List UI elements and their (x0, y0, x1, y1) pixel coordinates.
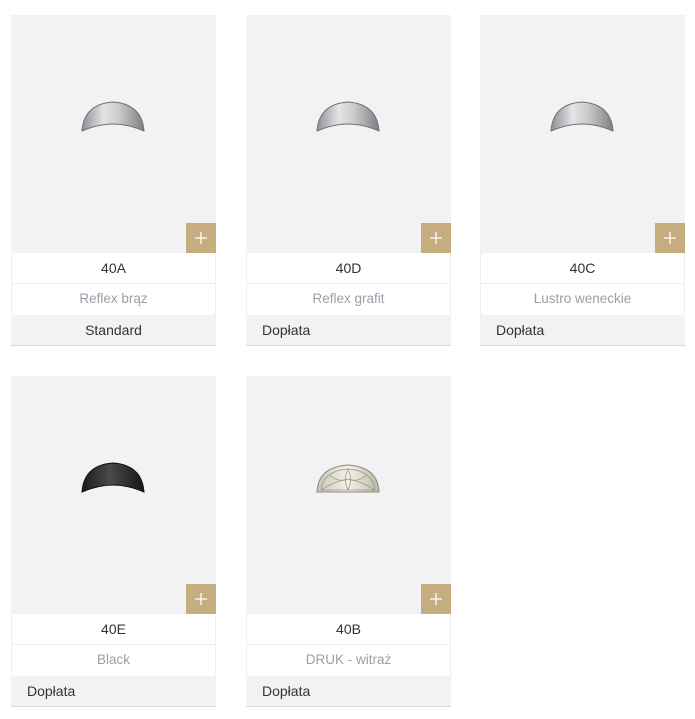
product-image-area (11, 376, 216, 614)
product-card[interactable]: 40C Lustro weneckie Dopłata (480, 15, 685, 346)
glass-black-icon (81, 462, 145, 493)
product-card[interactable]: 40D Reflex grafit Dopłata (246, 15, 451, 346)
price-label: Dopłata (11, 676, 216, 706)
product-image-area (246, 376, 451, 614)
add-button[interactable] (186, 584, 216, 614)
product-name: DRUK - witraż (246, 645, 451, 676)
price-label: Dopłata (246, 315, 451, 345)
add-button[interactable] (421, 584, 451, 614)
add-button[interactable] (186, 223, 216, 253)
product-image-area (480, 15, 685, 253)
add-button[interactable] (421, 223, 451, 253)
product-code: 40B (246, 614, 451, 645)
product-code: 40C (480, 253, 685, 284)
product-code: 40D (246, 253, 451, 284)
product-card[interactable]: 40E Black Dopłata (11, 376, 216, 707)
glass-silver-icon (550, 101, 614, 132)
price-label: Standard (11, 315, 216, 345)
product-card[interactable]: 40B DRUK - witraż Dopłata (246, 376, 451, 707)
product-image-area (246, 15, 451, 253)
plus-icon (664, 232, 676, 244)
price-label: Dopłata (480, 315, 685, 345)
product-code: 40E (11, 614, 216, 645)
add-button[interactable] (655, 223, 685, 253)
product-name: Reflex brąz (11, 284, 216, 315)
plus-icon (430, 593, 442, 605)
plus-icon (195, 232, 207, 244)
glass-stained-icon (316, 464, 380, 493)
glass-silver-icon (316, 101, 380, 132)
glass-silver-icon (81, 101, 145, 132)
product-code: 40A (11, 253, 216, 284)
product-name: Black (11, 645, 216, 676)
price-label: Dopłata (246, 676, 451, 706)
product-card[interactable]: 40A Reflex brąz Standard (11, 15, 216, 346)
plus-icon (430, 232, 442, 244)
product-image-area (11, 15, 216, 253)
product-name: Reflex grafit (246, 284, 451, 315)
product-name: Lustro weneckie (480, 284, 685, 315)
plus-icon (195, 593, 207, 605)
